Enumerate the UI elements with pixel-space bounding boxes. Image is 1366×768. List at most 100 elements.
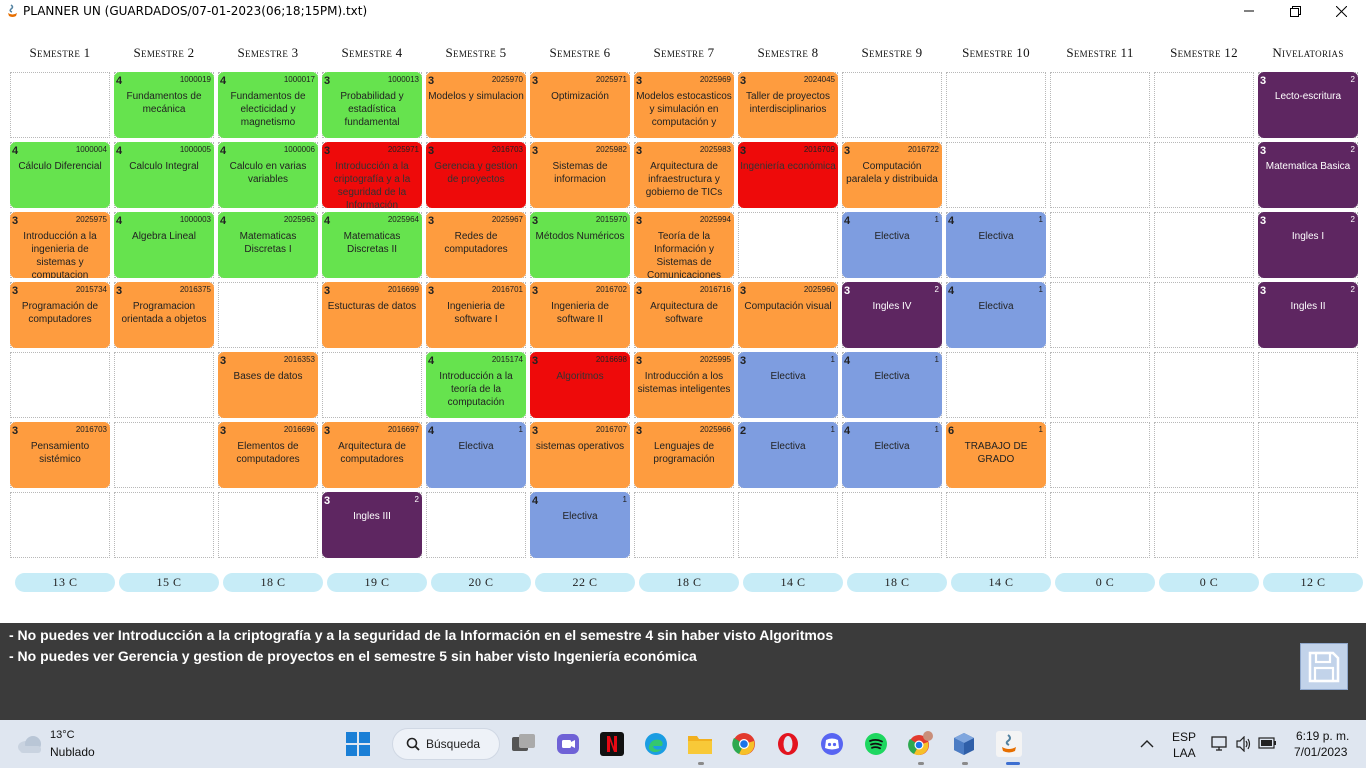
taskbar-app-java[interactable] (996, 731, 1022, 757)
empty-slot[interactable] (426, 492, 526, 558)
course-card[interactable]: 3 2016696 Elementos de computadores (218, 422, 318, 488)
taskbar-app-discord[interactable] (819, 731, 845, 757)
course-card[interactable]: 3 2016707 sistemas operativos (530, 422, 630, 488)
course-card[interactable]: 4 2025964 Matematicas Discretas II (322, 212, 422, 278)
course-card[interactable]: 3 2016703 Pensamiento sistémico (10, 422, 110, 488)
empty-slot[interactable] (10, 72, 110, 138)
volume-icon[interactable] (1236, 736, 1252, 752)
course-card[interactable]: 4 1000004 Cálculo Diferencial (10, 142, 110, 208)
course-card[interactable]: 4 2025963 Matematicas Discretas I (218, 212, 318, 278)
course-card[interactable]: 3 2016699 Estucturas de datos (322, 282, 422, 348)
course-card[interactable]: 3 2025966 Lenguajes de programación (634, 422, 734, 488)
course-card[interactable]: 4 1 Electiva (842, 352, 942, 418)
empty-slot[interactable] (738, 492, 838, 558)
empty-slot[interactable] (842, 492, 942, 558)
empty-slot[interactable] (842, 72, 942, 138)
taskbar-app-camera[interactable] (555, 731, 581, 757)
course-card[interactable]: 4 2015174 Introducción a la teoría de la c… (426, 352, 526, 418)
course-card[interactable]: 3 2016702 Ingenieria de software II (530, 282, 630, 348)
taskbar-app-chrome[interactable] (731, 731, 757, 757)
course-card[interactable]: 3 2016353 Bases de datos (218, 352, 318, 418)
empty-slot[interactable] (1258, 492, 1358, 558)
empty-slot[interactable] (946, 72, 1046, 138)
course-card[interactable]: 3 1000013 Probabilidad y estadística funda… (322, 72, 422, 138)
empty-slot[interactable] (1258, 422, 1358, 488)
course-card[interactable]: 4 1000017 Fundamentos de electicidad y mag… (218, 72, 318, 138)
taskbar-app-opera[interactable] (775, 731, 801, 757)
empty-slot[interactable] (10, 492, 110, 558)
course-card[interactable]: 4 1 Electiva (946, 212, 1046, 278)
battery-icon[interactable] (1258, 737, 1278, 749)
course-card[interactable]: 3 2025995 Introducción a los sistemas inte… (634, 352, 734, 418)
course-card[interactable]: 3 2015970 Métodos Numéricos (530, 212, 630, 278)
course-card[interactable]: 3 2016722 Computación paralela y distribui… (842, 142, 942, 208)
course-card[interactable]: 4 1 Electiva (530, 492, 630, 558)
empty-slot[interactable] (1154, 422, 1254, 488)
taskbar-app-virtualbox[interactable] (951, 731, 977, 757)
empty-slot[interactable] (114, 492, 214, 558)
empty-slot[interactable] (1050, 142, 1150, 208)
input-language[interactable]: ESP (1172, 730, 1196, 744)
empty-slot[interactable] (114, 352, 214, 418)
empty-slot[interactable] (114, 422, 214, 488)
course-card[interactable]: 3 1 Electiva (738, 352, 838, 418)
course-card[interactable]: 4 1000005 Calculo Integral (114, 142, 214, 208)
keyboard-layout[interactable]: LAA (1173, 746, 1196, 760)
clock-time[interactable]: 6:19 p. m. (1296, 729, 1349, 743)
course-card[interactable]: 3 2 Ingles I (1258, 212, 1358, 278)
course-card[interactable]: 3 2025971 Introducción a la criptografía y… (322, 142, 422, 208)
course-card[interactable]: 3 2 Ingles II (1258, 282, 1358, 348)
empty-slot[interactable] (1050, 282, 1150, 348)
course-card[interactable]: 3 2015734 Programación de computadores (10, 282, 110, 348)
course-card[interactable]: 4 1 Electiva (842, 422, 942, 488)
empty-slot[interactable] (218, 282, 318, 348)
course-card[interactable]: 3 2 Ingles III (322, 492, 422, 558)
course-card[interactable]: 3 2025971 Optimización (530, 72, 630, 138)
empty-slot[interactable] (1050, 72, 1150, 138)
course-card[interactable]: 4 1000003 Algebra Lineal (114, 212, 214, 278)
start-button[interactable] (345, 731, 371, 757)
empty-slot[interactable] (1258, 352, 1358, 418)
course-card[interactable]: 3 2016701 Ingenieria de software I (426, 282, 526, 348)
taskbar-app-file-explorer[interactable] (687, 731, 713, 757)
course-card[interactable]: 3 2025982 Sistemas de informacion (530, 142, 630, 208)
empty-slot[interactable] (1154, 212, 1254, 278)
course-card[interactable]: 3 2025969 Modelos estocasticos y simulació… (634, 72, 734, 138)
empty-slot[interactable] (738, 212, 838, 278)
empty-slot[interactable] (1154, 72, 1254, 138)
course-card[interactable]: 4 1 Electiva (946, 282, 1046, 348)
course-card[interactable]: 3 2025967 Redes de computadores (426, 212, 526, 278)
close-button[interactable] (1318, 0, 1364, 22)
empty-slot[interactable] (1050, 422, 1150, 488)
empty-slot[interactable] (322, 352, 422, 418)
course-card[interactable]: 2 1 Electiva (738, 422, 838, 488)
course-card[interactable]: 3 2025975 Introducción a la ingenieria de … (10, 212, 110, 278)
course-card[interactable]: 3 2025970 Modelos y simulacion (426, 72, 526, 138)
course-card[interactable]: 4 1 Electiva (426, 422, 526, 488)
course-card[interactable]: 3 2016703 Gerencia y gestion de proyectos (426, 142, 526, 208)
course-card[interactable]: 3 2 Matematica Basica (1258, 142, 1358, 208)
empty-slot[interactable] (218, 492, 318, 558)
course-card[interactable]: 3 2025983 Arquitectura de infraestructura … (634, 142, 734, 208)
show-hidden-icons-button[interactable] (1136, 731, 1158, 757)
course-card[interactable]: 3 2016716 Arquitectura de software (634, 282, 734, 348)
empty-slot[interactable] (1050, 352, 1150, 418)
course-card[interactable]: 6 1 TRABAJO DE GRADO (946, 422, 1046, 488)
course-card[interactable]: 3 2016375 Programacion orientada a objetos (114, 282, 214, 348)
empty-slot[interactable] (1050, 212, 1150, 278)
empty-slot[interactable] (946, 352, 1046, 418)
taskbar-search[interactable]: Búsqueda (392, 728, 500, 760)
empty-slot[interactable] (1154, 492, 1254, 558)
clock-date[interactable]: 7/01/2023 (1294, 745, 1347, 759)
course-card[interactable]: 3 2025994 Teoría de la Información y Siste… (634, 212, 734, 278)
empty-slot[interactable] (1154, 352, 1254, 418)
task-view-button[interactable] (511, 731, 537, 757)
maximize-button[interactable] (1272, 0, 1318, 22)
course-card[interactable]: 3 2016697 Arquitectura de computadores (322, 422, 422, 488)
course-card[interactable]: 3 2024045 Taller de proyectos interdiscipl… (738, 72, 838, 138)
minimize-button[interactable] (1226, 0, 1272, 22)
taskbar-app-spotify[interactable] (863, 731, 889, 757)
course-card[interactable]: 3 2 Lecto-escritura (1258, 72, 1358, 138)
empty-slot[interactable] (946, 142, 1046, 208)
empty-slot[interactable] (10, 352, 110, 418)
